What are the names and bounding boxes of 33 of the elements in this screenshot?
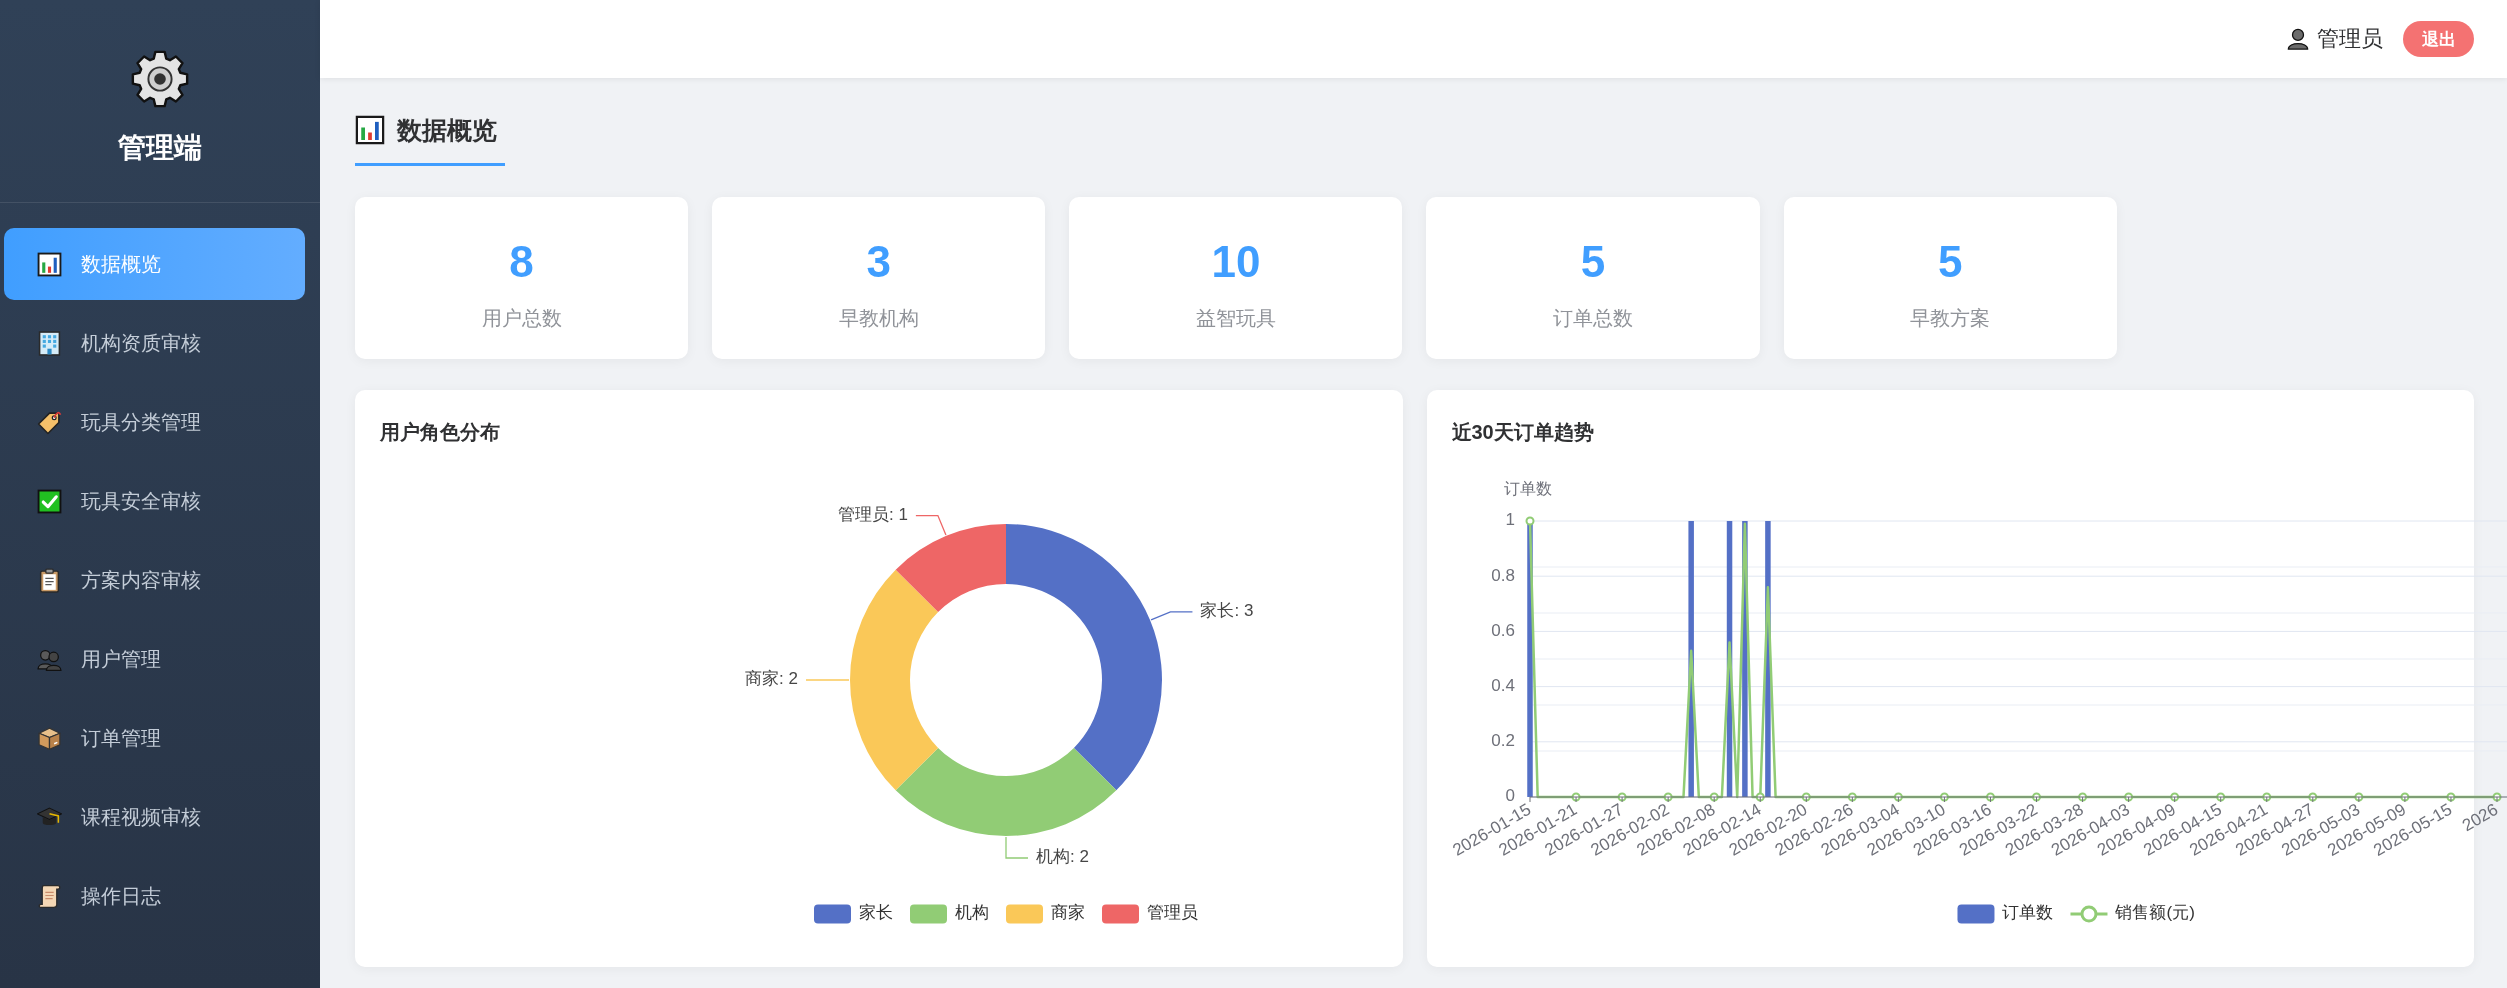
stat-value: 8 — [509, 240, 534, 284]
legend-label: 商家 — [1051, 903, 1085, 923]
legend-label: 机构 — [955, 903, 989, 923]
stat-label: 用户总数 — [481, 306, 562, 330]
chart-title: 用户角色分布 — [380, 420, 501, 445]
axis-label: 0 — [1505, 786, 1515, 806]
stat-label: 订单总数 — [1553, 306, 1634, 330]
stat-label: 益智玩具 — [1195, 306, 1276, 330]
axis-label: 0.8 — [1490, 565, 1515, 585]
legend-label: 销售额(元) — [2115, 903, 2195, 923]
stat-label: 早教机构 — [838, 306, 919, 330]
slice-label: 商家: 2 — [745, 669, 798, 689]
legend-label: 管理员 — [1147, 903, 1198, 923]
user-name: 管理员 — [2317, 25, 2383, 53]
stat-value: 5 — [1580, 240, 1606, 284]
stat-label: 早教方案 — [1910, 306, 1991, 330]
slice-label: 机构: 2 — [1036, 847, 1089, 867]
axis-label: 0.6 — [1490, 620, 1515, 640]
slice-label: 家长: 3 — [1200, 601, 1254, 621]
stat-value: 3 — [866, 240, 891, 284]
slice-label: 管理员: 1 — [838, 505, 908, 525]
axis-title: 订单数 — [1503, 480, 1552, 498]
app-title: 管理端 — [118, 132, 202, 164]
axis-label: 0.2 — [1490, 731, 1515, 751]
legend-label: 订单数 — [2002, 903, 2053, 923]
axis-label: 0.4 — [1490, 676, 1515, 696]
page-title: 数据概览 — [397, 114, 497, 146]
legend-label: 家长 — [859, 903, 893, 923]
stat-value: 10 — [1211, 240, 1261, 284]
axis-label: 1 — [1505, 510, 1515, 530]
chart-title: 近30天订单趋势 — [1451, 420, 1595, 445]
axis-label: 2026 — [2458, 799, 2501, 836]
stat-value: 5 — [1938, 240, 1963, 284]
